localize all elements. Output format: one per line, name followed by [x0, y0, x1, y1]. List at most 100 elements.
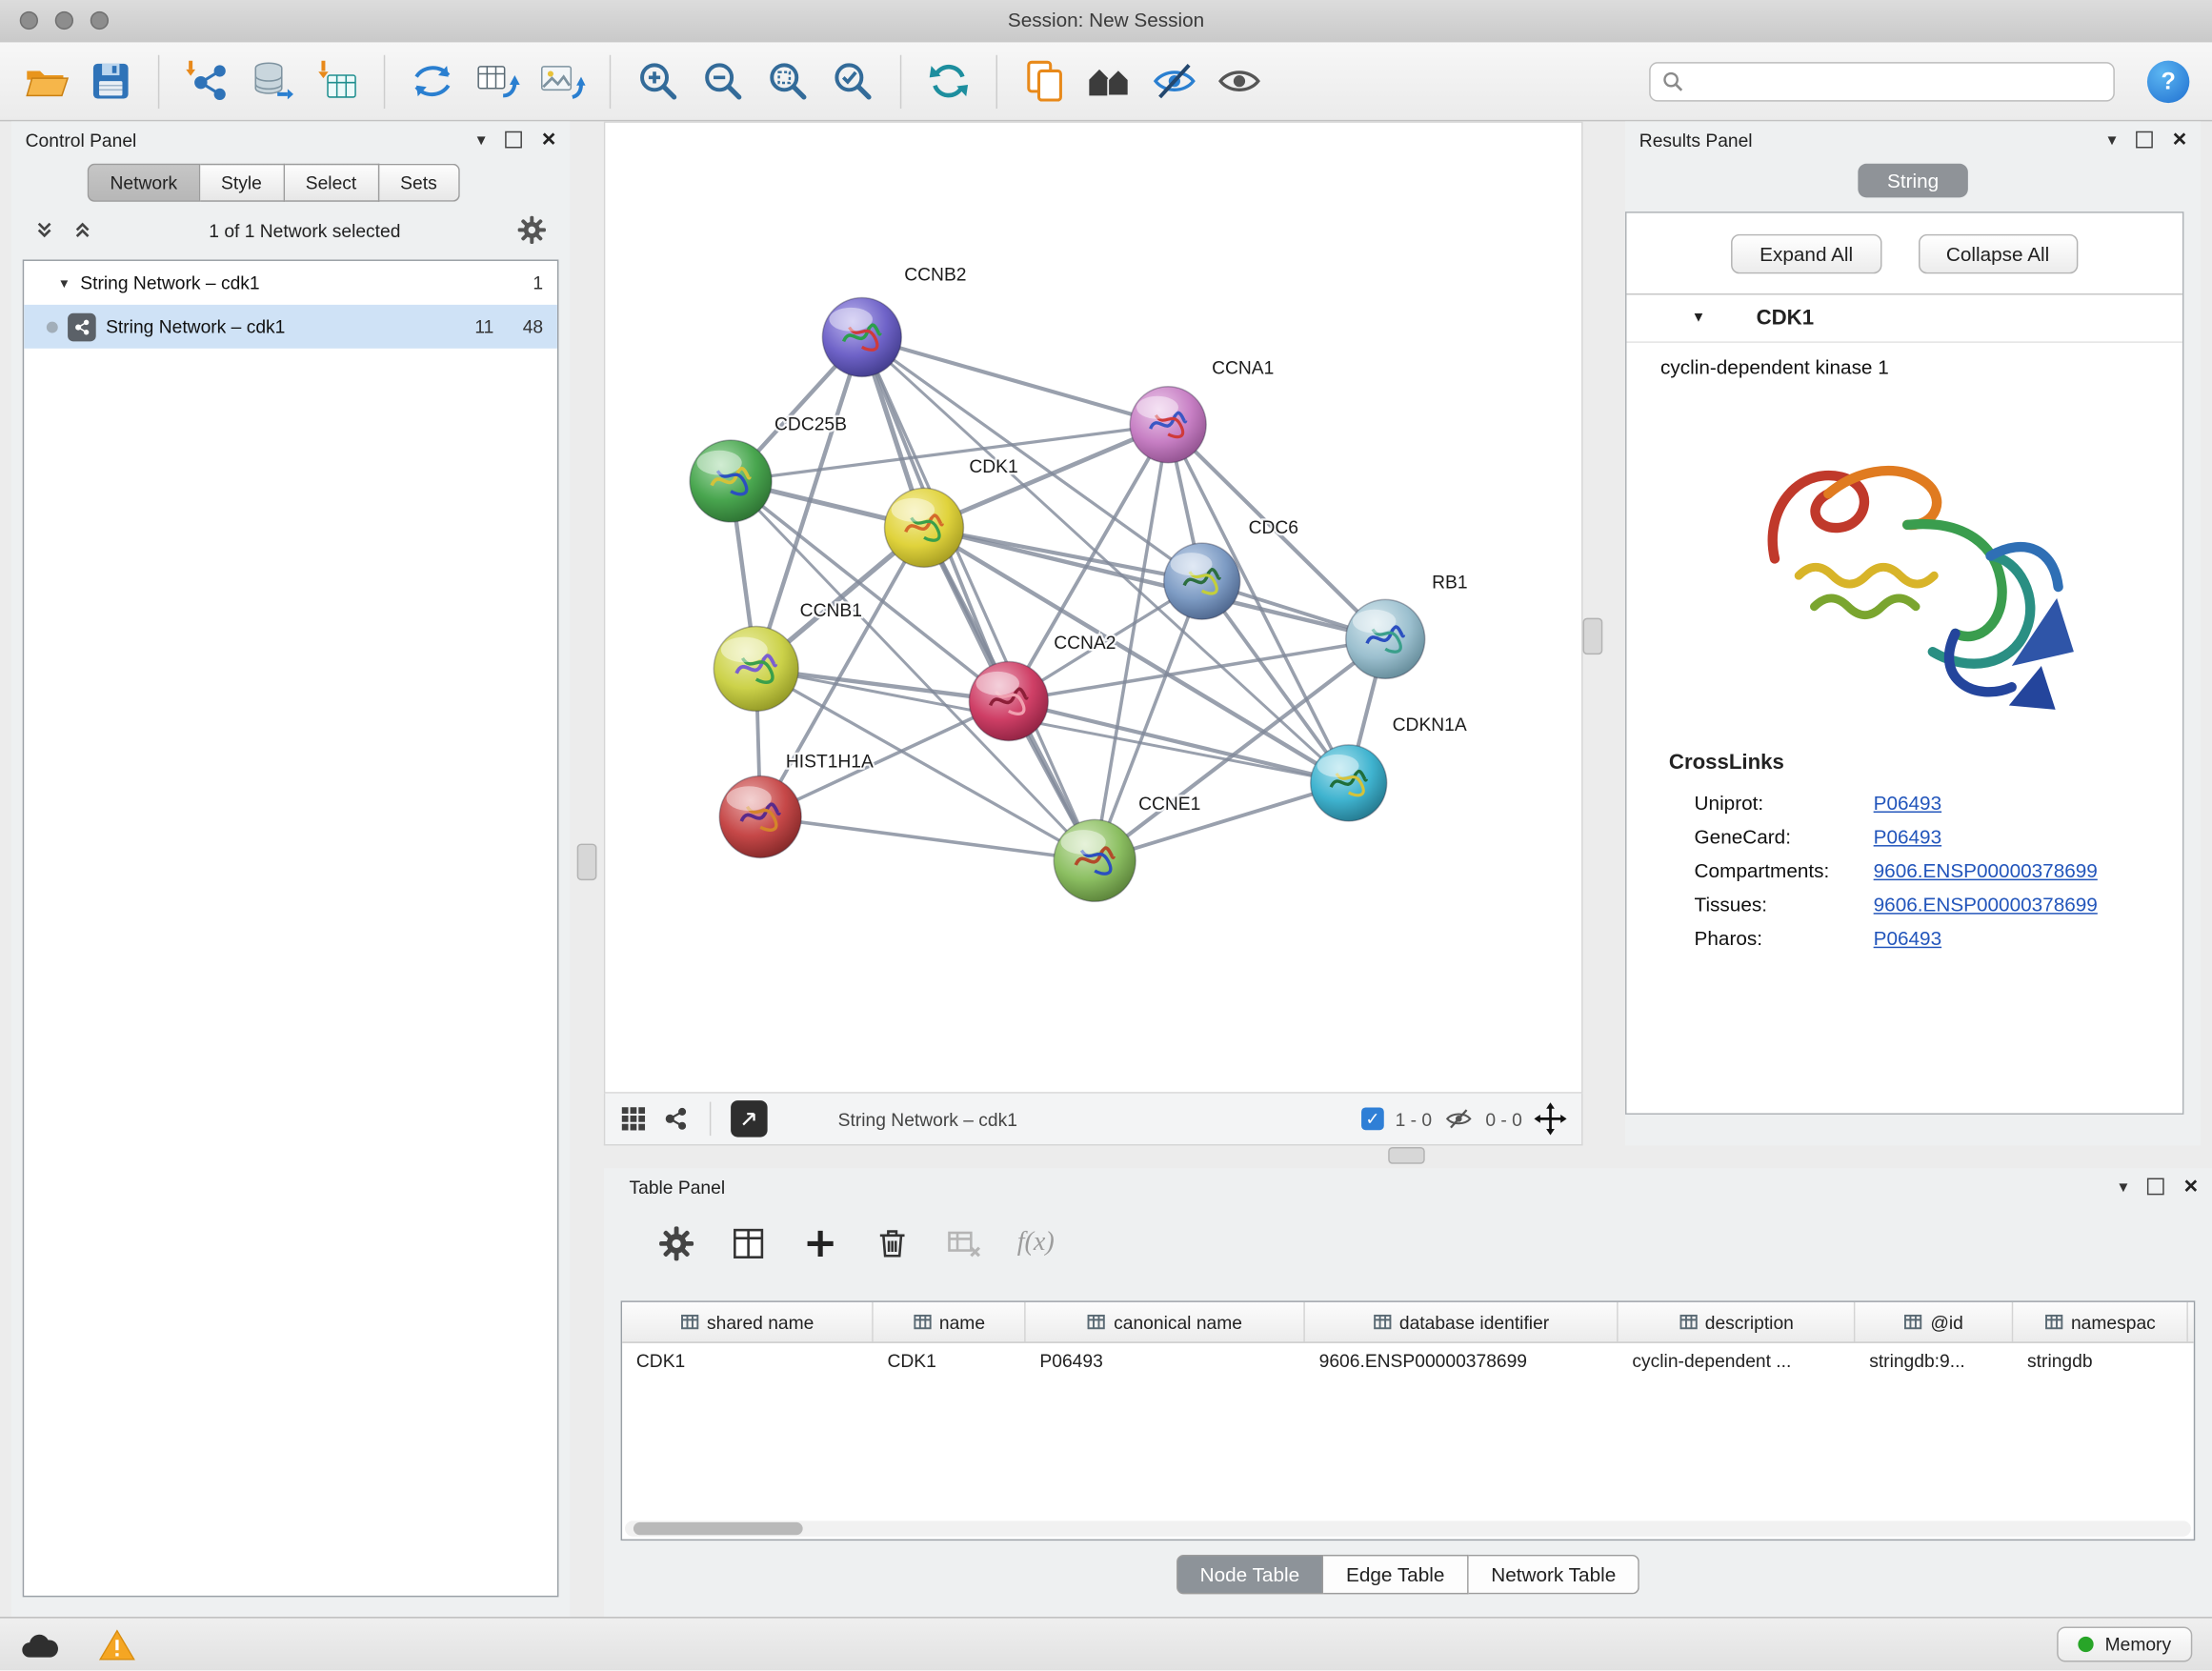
collapse-panel-icon[interactable]: ▾ [477, 130, 486, 150]
collapse-all-button[interactable]: Collapse All [1918, 234, 2078, 273]
network-node-ccnb1[interactable] [714, 627, 798, 712]
network-node-rb1[interactable] [1346, 599, 1425, 678]
network-node-ccnb2[interactable] [822, 297, 901, 376]
export-table-icon[interactable] [474, 58, 521, 105]
expand-all-button[interactable]: Expand All [1732, 234, 1881, 273]
tab-network[interactable]: Network [88, 164, 200, 202]
show-columns-icon[interactable] [730, 1224, 768, 1262]
column-header-name[interactable]: name [874, 1302, 1026, 1341]
warning-icon[interactable] [99, 1627, 136, 1661]
column-header-shared-name[interactable]: shared name [622, 1302, 874, 1341]
column-header-description[interactable]: description [1619, 1302, 1856, 1341]
fit-selection-crosshair-icon[interactable] [1534, 1102, 1568, 1137]
import-network-file-icon[interactable] [184, 58, 231, 105]
network-edge[interactable] [924, 528, 1385, 639]
tab-select[interactable]: Select [285, 164, 379, 202]
table-cell[interactable]: stringdb:9... [1855, 1343, 2013, 1382]
tab-sets[interactable]: Sets [379, 164, 459, 202]
show-eye-icon[interactable] [1217, 58, 1263, 105]
crosslink-link[interactable]: P06493 [1874, 792, 1941, 815]
clone-network-arrows-icon[interactable] [409, 58, 455, 105]
cloud-status-icon[interactable] [20, 1629, 59, 1661]
refresh-layout-icon[interactable] [925, 58, 972, 105]
network-node-ccna2[interactable] [969, 662, 1048, 741]
network-node-cdc25b[interactable] [690, 440, 772, 522]
save-session-icon[interactable] [88, 58, 134, 105]
close-panel-icon[interactable]: × [2173, 132, 2187, 147]
tab-string[interactable]: String [1858, 164, 1968, 198]
open-session-folder-icon[interactable] [23, 58, 70, 105]
network-collection-row[interactable]: ▼ String Network – cdk1 1 [24, 261, 557, 305]
table-cell[interactable]: stringdb [2013, 1343, 2188, 1382]
vertical-splitter-right[interactable] [1583, 618, 1603, 655]
string-style-icon[interactable] [662, 1105, 691, 1134]
close-panel-icon[interactable]: × [2184, 1179, 2199, 1194]
float-panel-icon[interactable] [2147, 1178, 2164, 1196]
network-node-cdk1[interactable] [885, 488, 964, 567]
crosslink-link[interactable]: P06493 [1874, 825, 1941, 848]
column-header--id[interactable]: @id [1855, 1302, 2013, 1341]
column-header-namespac[interactable]: namespac [2013, 1302, 2188, 1341]
network-node-cdkn1a[interactable] [1311, 745, 1387, 821]
network-node-cdc6[interactable] [1164, 543, 1240, 619]
zoom-in-icon[interactable] [634, 58, 681, 105]
table-horizontal-scrollbar[interactable] [625, 1520, 2191, 1536]
scrollbar-thumb[interactable] [633, 1522, 803, 1535]
import-table-file-icon[interactable] [313, 58, 360, 105]
zoom-selected-icon[interactable] [830, 58, 876, 105]
hidden-eye-slash-icon[interactable] [1443, 1105, 1475, 1134]
tab-network-table[interactable]: Network Table [1469, 1555, 1640, 1594]
zoom-out-icon[interactable] [700, 58, 747, 105]
open-in-string-button[interactable] [731, 1100, 768, 1137]
search-box[interactable] [1649, 61, 2115, 100]
table-data-row[interactable]: CDK1CDK1P064939606.ENSP00000378699cyclin… [622, 1343, 2194, 1382]
tab-style[interactable]: Style [200, 164, 285, 202]
expand-tree-chevrons-icon[interactable] [34, 220, 55, 240]
table-cell[interactable]: cyclin-dependent ... [1619, 1343, 1856, 1382]
memory-button[interactable]: Memory [2057, 1626, 2192, 1661]
add-column-plus-icon[interactable] [801, 1224, 839, 1262]
network-row-selected[interactable]: String Network – cdk1 11 48 [24, 305, 557, 349]
tab-edge-table[interactable]: Edge Table [1323, 1555, 1468, 1594]
birdseye-view-houses-icon[interactable] [1086, 58, 1133, 105]
close-panel-icon[interactable]: × [542, 132, 556, 147]
search-input[interactable] [1693, 70, 2101, 93]
tree-expand-caret-icon[interactable]: ▼ [58, 276, 70, 291]
gene-section-header[interactable]: ▼ CDK1 [1626, 293, 2182, 343]
tab-node-table[interactable]: Node Table [1176, 1555, 1323, 1594]
hide-unhide-eye-slash-icon[interactable] [1151, 58, 1197, 105]
network-edge[interactable] [760, 816, 1095, 860]
network-node-ccne1[interactable] [1054, 819, 1136, 901]
gene-collapse-caret-icon[interactable]: ▼ [1692, 311, 1706, 326]
export-image-icon[interactable] [539, 58, 586, 105]
zoom-fit-icon[interactable] [765, 58, 812, 105]
grid-view-icon[interactable] [619, 1105, 648, 1134]
table-cell[interactable]: CDK1 [622, 1343, 874, 1382]
horizontal-splitter[interactable] [1388, 1147, 1425, 1164]
collapse-tree-chevrons-icon[interactable] [72, 220, 93, 240]
table-options-gear-icon[interactable] [657, 1224, 695, 1262]
network-node-ccna1[interactable] [1130, 387, 1206, 463]
network-view-canvas[interactable]: CCNB2CCNA1CDC25BCDK1CDC6RB1CCNB1CCNA2CDK… [604, 121, 1583, 1093]
crosslink-link[interactable]: P06493 [1874, 927, 1941, 950]
table-cell[interactable]: P06493 [1026, 1343, 1305, 1382]
network-options-gear-icon[interactable] [516, 214, 548, 246]
annotation-documents-icon[interactable] [1021, 58, 1068, 105]
collapse-panel-icon[interactable]: ▾ [2108, 130, 2117, 150]
vertical-splitter-left[interactable] [577, 844, 597, 881]
table-cell[interactable]: CDK1 [874, 1343, 1026, 1382]
float-panel-icon[interactable] [2136, 131, 2153, 149]
collapse-panel-icon[interactable]: ▾ [2119, 1177, 2127, 1197]
column-header-database-identifier[interactable]: database identifier [1305, 1302, 1619, 1341]
crosslink-link[interactable]: 9606.ENSP00000378699 [1874, 859, 2098, 882]
column-header-canonical-name[interactable]: canonical name [1026, 1302, 1305, 1341]
selected-nodes-checkbox[interactable]: ✓ [1361, 1108, 1384, 1131]
import-network-database-icon[interactable] [249, 58, 295, 105]
delete-column-trash-icon[interactable] [874, 1224, 912, 1262]
network-edge[interactable] [862, 337, 1095, 860]
network-node-hist1h1a[interactable] [719, 775, 801, 857]
crosslink-link[interactable]: 9606.ENSP00000378699 [1874, 893, 2098, 916]
table-cell[interactable]: 9606.ENSP00000378699 [1305, 1343, 1619, 1382]
float-panel-icon[interactable] [505, 131, 522, 149]
help-button[interactable]: ? [2147, 60, 2189, 102]
